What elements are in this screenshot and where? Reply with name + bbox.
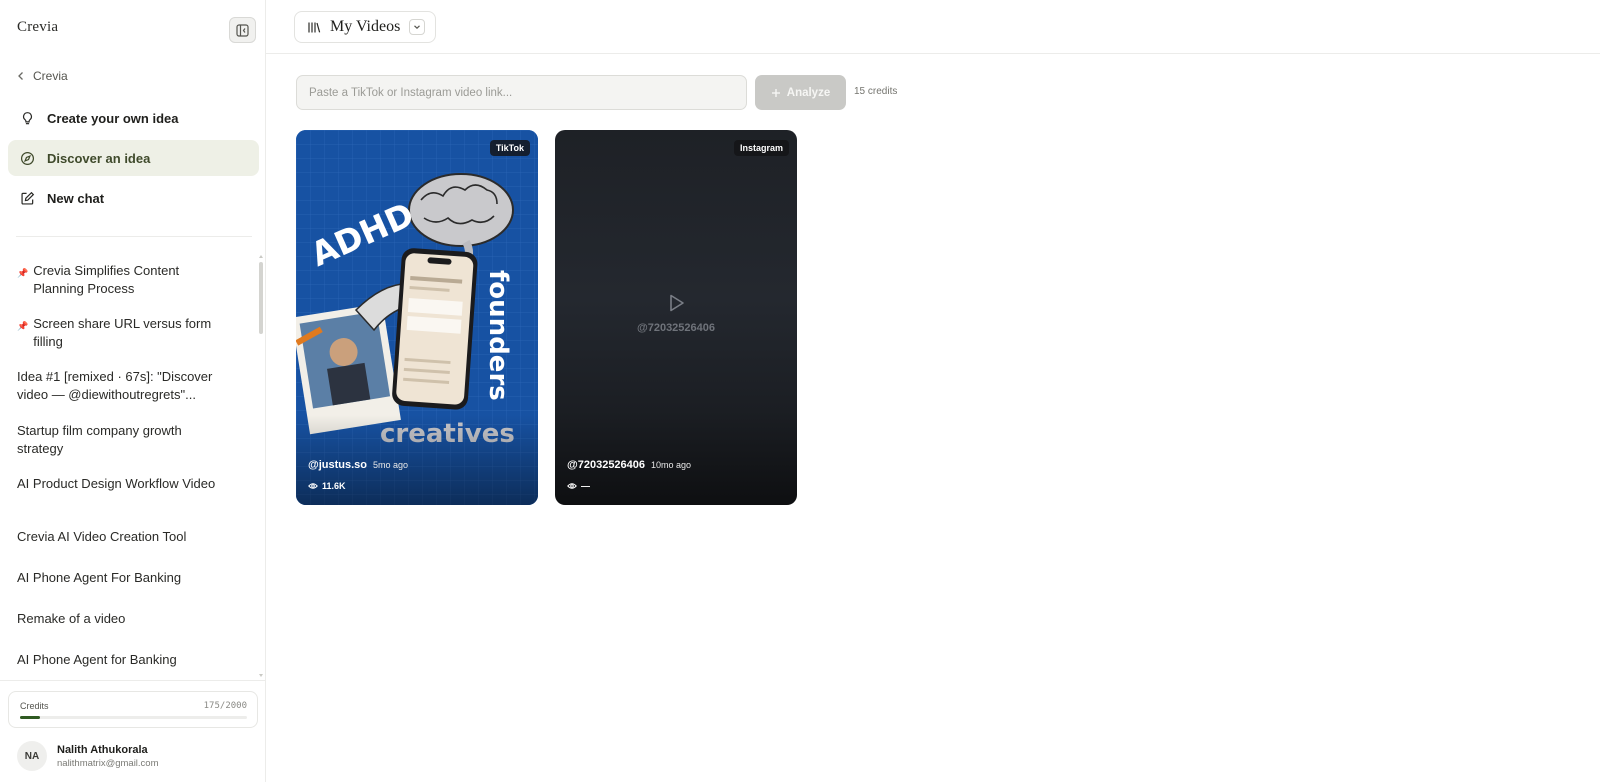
chat-history-list: 📌 Crevia Simplifies Content Planning Pro… <box>0 254 262 676</box>
pin-icon: 📌 <box>17 321 29 331</box>
back-link-label: Crevia <box>33 69 68 83</box>
credits-panel: Credits 175/2000 <box>8 691 258 728</box>
compass-icon <box>20 151 35 165</box>
platform-badge: Instagram <box>733 140 789 156</box>
title-dropdown-toggle[interactable] <box>409 19 426 35</box>
top-bar: My Videos <box>266 0 1600 54</box>
history-item[interactable]: Remake of a video <box>17 610 227 628</box>
nav-create-own-idea[interactable]: Create your own idea <box>8 100 259 136</box>
history-item[interactable]: AI Phone Agent for Banking <box>17 651 227 669</box>
collapse-sidebar-button[interactable] <box>229 17 256 43</box>
page-title: My Videos <box>330 18 401 35</box>
credits-progress-bar <box>20 716 247 719</box>
analysis-credits-text: 15 credits <box>854 86 898 97</box>
scroll-down-arrow[interactable] <box>259 674 263 677</box>
video-link-input[interactable] <box>296 75 747 110</box>
history-item-label: Crevia Simplifies Content Planning Proce… <box>33 263 180 296</box>
history-item[interactable]: AI Product Design Workflow Video <box>17 475 227 493</box>
nav-label: New chat <box>47 190 105 206</box>
history-item-label: Idea #1 [remixed · 67s]: "Discover video… <box>17 369 213 402</box>
video-handle: @justus.so <box>308 459 368 471</box>
history-item[interactable]: Startup film company growth strategy <box>17 422 227 458</box>
chevron-left-icon <box>18 72 23 80</box>
video-card[interactable]: ADHD founders creatives TikTok @justus.s… <box>296 130 538 505</box>
back-link[interactable]: Crevia <box>17 69 68 83</box>
analyze-button[interactable]: Analyze <box>755 75 846 110</box>
phone-illustration <box>392 248 478 410</box>
video-views: — <box>567 481 590 491</box>
history-item-label: AI Product Design Workflow Video <box>17 476 216 491</box>
eye-icon <box>567 483 577 489</box>
video-placeholder: @72032526406 <box>555 292 797 334</box>
history-item-label: Screen share URL versus form filling <box>33 316 212 349</box>
lightbulb-icon <box>22 111 33 124</box>
app-logo[interactable]: Crevia <box>17 19 58 36</box>
plus-icon <box>771 88 780 97</box>
credits-count: 175/2000 <box>203 701 247 711</box>
history-scrollbar[interactable] <box>259 262 263 334</box>
user-email: nalithmatrix@gmail.com <box>57 757 159 769</box>
sidebar-panel-icon <box>236 23 249 37</box>
history-item[interactable]: AI Phone Agent For Banking <box>17 569 227 587</box>
library-icon <box>308 22 321 32</box>
avatar: NA <box>17 741 47 771</box>
video-views: 11.6K <box>308 481 346 491</box>
video-age: 5mo ago <box>373 460 409 470</box>
video-meta: @justus.so 5mo ago <box>308 459 408 471</box>
sidebar: Crevia Crevia Create your own idea Disco… <box>0 0 266 782</box>
page-title-dropdown[interactable]: My Videos <box>294 11 437 43</box>
nav-label: Create your own idea <box>47 110 179 126</box>
credits-progress-fill <box>20 716 40 719</box>
nav-new-chat[interactable]: New chat <box>8 180 259 216</box>
history-item-label: Crevia AI Video Creation Tool <box>17 529 187 544</box>
sidebar-divider <box>16 236 252 237</box>
video-card[interactable]: Instagram @72032526406 @72032526406 10mo… <box>555 130 797 505</box>
credits-label: Credits <box>20 701 49 711</box>
chevron-down-icon <box>414 25 421 30</box>
platform-badge: TikTok <box>489 140 530 156</box>
history-item-label: Remake of a video <box>17 611 126 626</box>
history-item[interactable]: Crevia AI Video Creation Tool <box>17 528 227 546</box>
analyze-button-label: Analyze <box>786 86 831 99</box>
placeholder-handle: @72032526406 <box>636 322 716 334</box>
user-profile[interactable]: NA Nalith Athukorala nalithmatrix@gmail.… <box>17 741 159 771</box>
user-name: Nalith Athukorala <box>57 743 148 756</box>
nav-label: Discover an idea <box>47 150 151 166</box>
history-item-label: Startup film company growth strategy <box>17 423 182 456</box>
eye-icon <box>308 483 318 489</box>
video-views-count: — <box>581 481 590 491</box>
edit-icon <box>21 191 35 205</box>
video-meta: @72032526406 10mo ago <box>567 459 691 471</box>
history-item-label: AI Phone Agent For Banking <box>17 570 182 585</box>
video-age: 10mo ago <box>651 460 692 470</box>
history-item[interactable]: 📌 Crevia Simplifies Content Planning Pro… <box>17 262 227 298</box>
scroll-up-arrow[interactable] <box>259 255 263 258</box>
sidebar-footer-divider <box>0 680 266 681</box>
play-icon[interactable] <box>665 292 687 314</box>
video-handle: @72032526406 <box>567 459 646 471</box>
history-item[interactable]: Idea #1 [remixed · 67s]: "Discover video… <box>17 368 227 404</box>
nav-discover-idea[interactable]: Discover an idea <box>8 140 259 176</box>
video-views-count: 11.6K <box>322 481 346 491</box>
pin-icon: 📌 <box>17 268 29 278</box>
history-item-label: AI Phone Agent for Banking <box>17 652 177 667</box>
history-item[interactable]: 📌 Screen share URL versus form filling <box>17 315 227 351</box>
thumbnail-text-founders: founders <box>483 270 513 401</box>
